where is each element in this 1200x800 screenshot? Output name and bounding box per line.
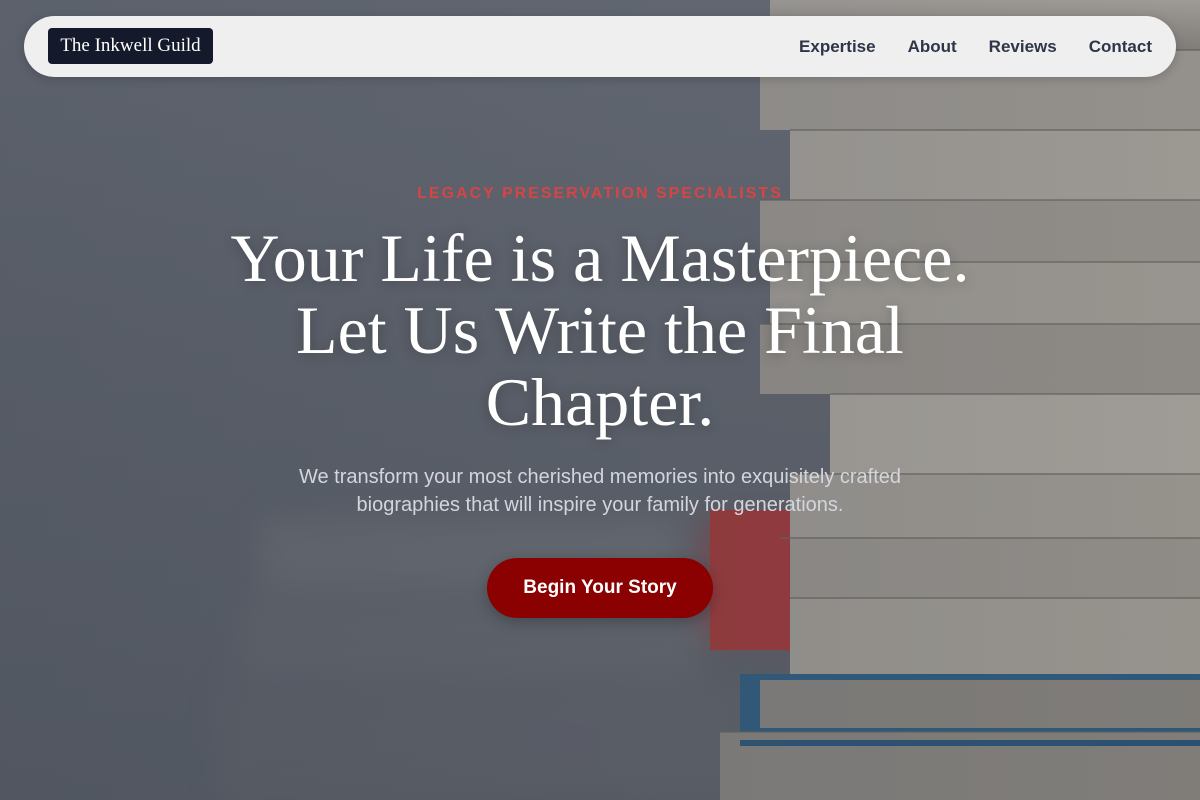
subtext-line-1: We transform your most cherished memorie… xyxy=(298,466,902,488)
begin-your-story-button[interactable]: Begin Your Story xyxy=(487,558,713,618)
hero-eyebrow: LEGACY PRESERVATION SPECIALISTS xyxy=(417,185,783,202)
nav-link-contact[interactable]: Contact xyxy=(1089,37,1152,57)
nav-link-expertise[interactable]: Expertise xyxy=(799,37,876,57)
hero-section: LEGACY PRESERVATION SPECIALISTS Your Lif… xyxy=(0,0,1200,800)
headline-line-2: Let Us Write the Final xyxy=(296,292,904,368)
headline-line-3: Chapter. xyxy=(485,364,715,440)
headline-line-1: Your Life is a Masterpiece. xyxy=(230,220,970,296)
hero-headline: Your Life is a Masterpiece. Let Us Write… xyxy=(150,222,1050,438)
top-navbar: The Inkwell Guild Expertise About Review… xyxy=(24,16,1176,77)
hero-subtext: We transform your most cherished memorie… xyxy=(270,463,930,519)
nav-links: Expertise About Reviews Contact xyxy=(799,16,1152,77)
nav-link-about[interactable]: About xyxy=(908,37,957,57)
nav-link-reviews[interactable]: Reviews xyxy=(989,37,1057,57)
site-logo[interactable]: The Inkwell Guild xyxy=(48,28,213,64)
subtext-line-2: biographies that will inspire your famil… xyxy=(356,494,844,516)
